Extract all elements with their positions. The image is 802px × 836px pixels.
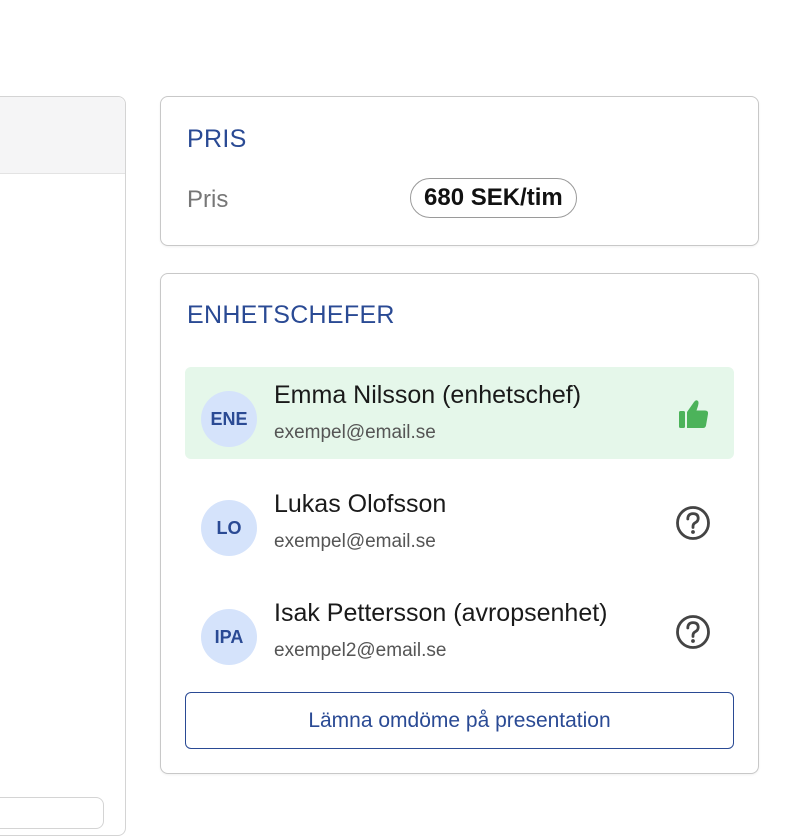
manager-name: Isak Pettersson (avropsenhet) bbox=[274, 599, 608, 627]
avatar: LO bbox=[201, 500, 257, 556]
question-circle-icon bbox=[676, 615, 710, 649]
avatar: ENE bbox=[201, 391, 257, 447]
manager-email: exempel@email.se bbox=[274, 422, 436, 443]
manager-row[interactable]: ENE Emma Nilsson (enhetschef) exempel@em… bbox=[185, 367, 734, 459]
unit-managers-card-title: ENHETSCHEFER bbox=[187, 301, 395, 329]
manager-row[interactable]: IPA Isak Pettersson (avropsenhet) exempe… bbox=[185, 585, 734, 677]
price-label: Pris bbox=[187, 186, 229, 213]
left-bottom-card bbox=[0, 797, 104, 829]
avatar: IPA bbox=[201, 609, 257, 665]
manager-name: Lukas Olofsson bbox=[274, 490, 447, 518]
manager-name: Emma Nilsson (enhetschef) bbox=[274, 381, 582, 409]
left-panel-header bbox=[0, 97, 125, 174]
question-circle-icon bbox=[676, 506, 710, 540]
price-value-badge: 680 SEK/tim bbox=[410, 178, 577, 218]
left-content-panel bbox=[0, 96, 126, 836]
manager-email: exempel@email.se bbox=[274, 531, 436, 552]
price-card: PRIS Pris 680 SEK/tim bbox=[160, 96, 759, 246]
manager-row[interactable]: LO Lukas Olofsson exempel@email.se bbox=[185, 476, 734, 568]
unit-managers-card: ENHETSCHEFER ENE Emma Nilsson (enhetsche… bbox=[160, 273, 759, 774]
leave-review-button[interactable]: Lämna omdöme på presentation bbox=[185, 692, 734, 749]
thumbs-up-icon bbox=[679, 400, 709, 428]
price-card-title: PRIS bbox=[187, 125, 247, 153]
manager-email: exempel2@email.se bbox=[274, 640, 447, 661]
